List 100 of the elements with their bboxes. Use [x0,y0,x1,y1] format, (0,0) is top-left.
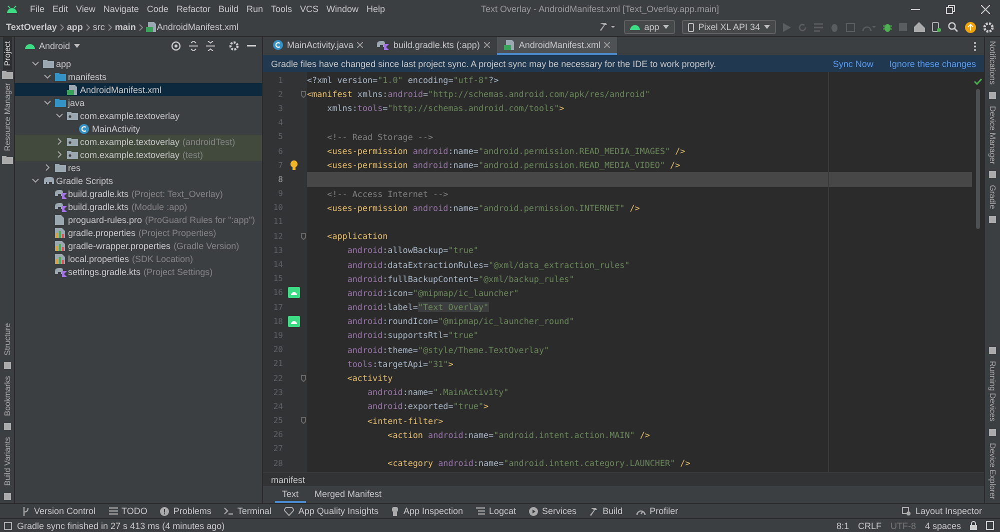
tool-window-button[interactable]: Terminal [224,506,272,516]
tool-window-tab[interactable]: Device Manager [988,102,997,168]
tool-window-button[interactable]: Services [529,506,577,516]
tree-item[interactable]: com.example.textoverlay [15,109,262,122]
settings-icon[interactable] [983,22,994,32]
close-icon[interactable] [357,42,364,48]
menu-item[interactable]: Tools [266,4,296,14]
code-line: xmlns:tools="http://schemas.android.com/tools"> [326,102,566,116]
scrollbar[interactable] [976,89,980,229]
memory-icon[interactable] [986,521,994,530]
close-icon[interactable] [484,42,490,48]
breadcrumb[interactable]: main [114,22,136,32]
hammer-icon[interactable] [599,22,618,32]
menu-item[interactable]: VCS [296,4,323,14]
tool-window-button[interactable]: Version Control [22,506,96,516]
tree-item[interactable]: gradle-wrapper.properties (Gradle Version) [15,239,262,252]
tool-window-tab[interactable]: Structure [2,318,12,360]
expand-all-icon[interactable] [189,41,198,51]
tree-item[interactable]: Gradle Scripts [15,174,262,187]
android-app-icon[interactable] [288,287,300,298]
restore-icon[interactable] [946,4,955,14]
tool-window-tab[interactable]: Bookmarks [2,372,12,420]
menu-item[interactable]: Refactor [172,4,214,14]
editor-view-tab[interactable]: Merged Manifest [308,486,389,503]
status-item[interactable]: 4 spaces [924,520,961,530]
tool-window-button[interactable]: Build [590,506,623,516]
banner-link[interactable]: Ignore these changes [889,58,976,68]
android-app-icon[interactable] [288,316,300,327]
editor-tab[interactable]: build.gradle.kts (:app) [370,37,497,55]
tool-window-button[interactable]: App Inspection [391,506,464,516]
menu-item[interactable]: Build [214,4,242,14]
tree-item[interactable]: app [15,57,262,70]
banner-link[interactable]: Sync Now [832,58,874,68]
tree-item[interactable]: manifests [15,70,262,83]
editor-view-tab[interactable]: Text [275,486,306,503]
status-item[interactable]: 8:1 [836,520,849,530]
menu-item[interactable]: Window [322,4,363,14]
square-icon[interactable] [4,522,12,530]
view-selector[interactable]: Android [25,41,80,51]
tree-item-label: proguard-rules.pro [68,214,142,224]
editor-tab[interactable]: AndroidManifest.xml [496,37,618,55]
collapse-all-icon[interactable] [206,41,215,51]
tree-item[interactable]: settings.gradle.kts (Project Settings) [15,265,262,278]
editor-tab[interactable]: MainActivity.java [266,37,370,55]
breadcrumb[interactable]: app [66,22,83,32]
tool-window-button[interactable]: Layout Inspector [902,506,982,516]
menu-item[interactable]: Code [142,4,172,14]
update-icon[interactable] [965,22,976,32]
menu-item[interactable]: Run [242,4,267,14]
menu-item[interactable]: View [72,4,100,14]
tool-window-button[interactable]: TODO [108,506,148,516]
device-manager-icon[interactable] [932,22,941,32]
tool-window-icon [989,92,996,99]
tool-window-tab[interactable]: Running Devices [988,357,997,426]
menu-item[interactable]: File [26,4,49,14]
lock-icon[interactable] [970,521,977,530]
settings-icon[interactable] [229,41,239,51]
tool-window-button[interactable]: Logcat [476,506,516,516]
tree-item-hint: (Gradle Version) [174,240,240,250]
tool-window-button[interactable]: Problems [160,506,212,516]
tool-window-button[interactable]: Profiler [636,506,678,516]
tree-item[interactable]: res [15,161,262,174]
tool-window-tab[interactable]: Device Explorer [988,438,997,503]
tool-window-button[interactable]: App Quality Insights [284,506,378,516]
tool-window-tab[interactable]: Resource Manager [2,78,12,155]
breadcrumb[interactable]: manifest [271,474,306,484]
minimize-icon[interactable] [911,8,920,10]
lightbulb-icon[interactable] [290,160,298,170]
tree-item[interactable]: java [15,96,262,109]
target-icon[interactable] [171,41,181,51]
close-icon[interactable] [604,42,610,48]
tree-item-label: build.gradle.kts [68,202,129,212]
menu-item[interactable]: Edit [48,4,72,14]
tree-item[interactable]: local.properties (SDK Location) [15,252,262,265]
tool-window-tab[interactable]: Gradle [988,180,997,213]
tool-window-tab[interactable]: Notifications [988,37,997,89]
tree-item[interactable]: com.example.textoverlay (androidTest) [15,135,262,148]
sdk-manager-icon[interactable] [914,22,925,32]
tool-window-tab[interactable]: Build Variants [2,433,12,490]
tree-item[interactable]: proguard-rules.pro (ProGuard Rules for ":app") [15,213,262,226]
tree-item[interactable]: gradle.properties (Project Properties) [15,226,262,239]
tool-window-tab[interactable]: Project [2,37,12,70]
run-configuration-dropdown[interactable]: app [624,20,676,34]
tree-item[interactable]: com.example.textoverlay (test) [15,148,262,161]
tree-item[interactable]: AndroidManifest.xml [15,83,262,96]
breadcrumb[interactable]: src [92,22,105,32]
breadcrumb[interactable]: TextOverlay [6,22,57,32]
close-icon[interactable] [981,4,990,14]
menu-item[interactable]: Help [362,4,390,14]
minimize-icon[interactable] [247,45,256,47]
search-icon[interactable] [948,22,958,32]
chevron-icon [108,24,112,30]
tree-item[interactable]: build.gradle.kts (Project: Text_Overlay) [15,187,262,200]
status-item[interactable]: CRLF [858,520,882,530]
tree-item[interactable]: build.gradle.kts (Module :app) [15,200,262,213]
bug-icon[interactable] [883,22,892,32]
tree-item[interactable]: MainActivity [15,122,262,135]
breadcrumb[interactable]: AndroidManifest.xml [156,22,238,32]
menu-item[interactable]: Navigate [99,4,143,14]
device-dropdown[interactable]: Pixel XL API 34 [682,20,776,34]
